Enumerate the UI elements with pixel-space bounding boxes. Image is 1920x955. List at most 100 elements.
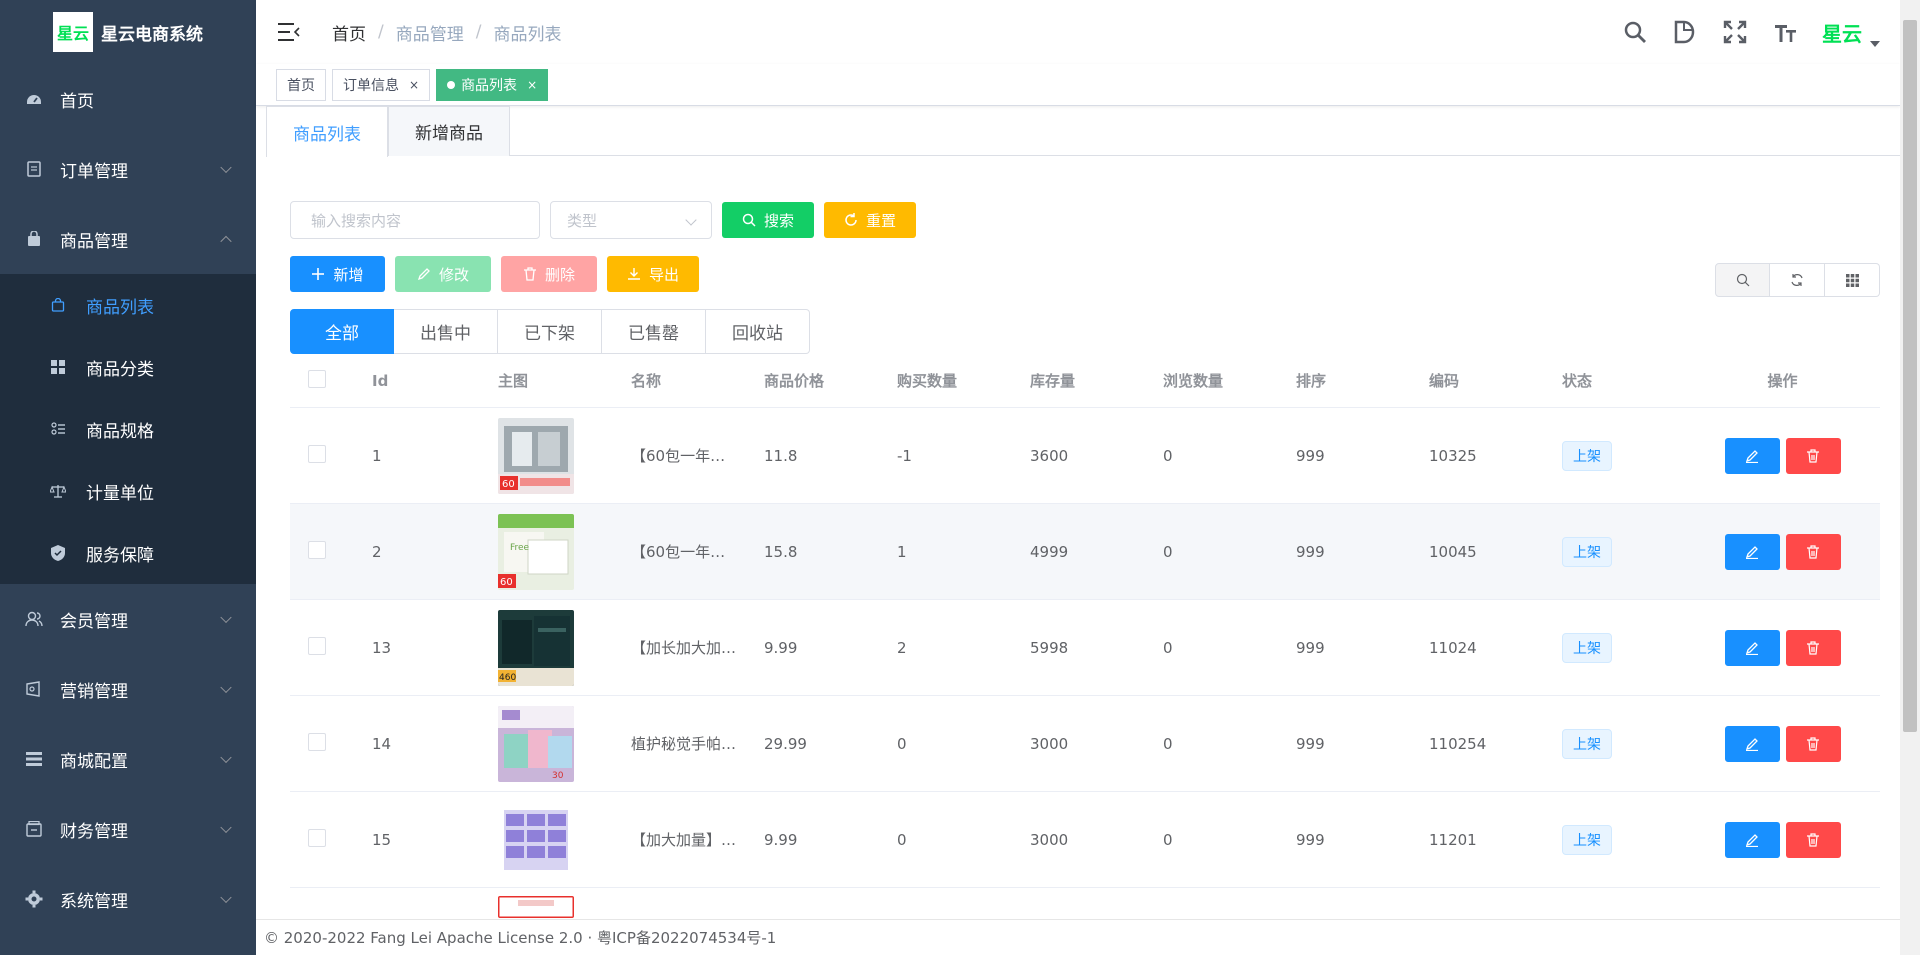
tag-product-list[interactable]: 商品列表 × bbox=[436, 68, 549, 101]
edit-icon bbox=[1745, 449, 1758, 463]
cell-price: 11.8 bbox=[764, 446, 798, 465]
status-tab-all[interactable]: 全部 bbox=[290, 309, 394, 354]
sidebar-subitem-spec[interactable]: 商品规格 bbox=[0, 398, 256, 460]
sidebar-item-products[interactable]: 商品管理 bbox=[0, 204, 256, 274]
users-icon bbox=[24, 609, 44, 629]
edit-icon bbox=[1745, 641, 1758, 655]
sidebar-item-orders[interactable]: 订单管理 bbox=[0, 134, 256, 204]
breadcrumb-home[interactable]: 首页 bbox=[332, 20, 366, 45]
main-content: 商品列表 新增商品 输入搜索内容 类型 搜索 重置 新增 修改 删除 导出 全部… bbox=[256, 106, 1900, 955]
font-size-icon[interactable] bbox=[1772, 19, 1798, 45]
cell-stock: 3000 bbox=[1030, 830, 1069, 849]
table-row[interactable]: 2 Free 60 【60包一年… 15.8 1 4999 0 999 10045… bbox=[290, 504, 1880, 600]
search-icon[interactable] bbox=[1622, 19, 1648, 45]
sidebar-item-system[interactable]: 系统管理 bbox=[0, 864, 256, 934]
cell-buy-count: 0 bbox=[897, 830, 907, 849]
document-icon[interactable] bbox=[1672, 19, 1698, 45]
tag-order-info[interactable]: 订单信息 × bbox=[332, 68, 431, 101]
status-tab-sold-out[interactable]: 已售罄 bbox=[602, 309, 706, 354]
add-button[interactable]: 新增 bbox=[290, 256, 385, 292]
sidebar-subitem-service[interactable]: 服务保障 bbox=[0, 522, 256, 584]
select-all-checkbox[interactable] bbox=[308, 369, 326, 388]
row-checkbox[interactable] bbox=[308, 828, 326, 847]
app-root: 星云 星云电商系统 首页 订单管理 商品管理 商品列表 商品分类 商品规格 计量… bbox=[0, 0, 1920, 955]
table-row-partial bbox=[290, 888, 1880, 918]
edit-button-label: 修改 bbox=[438, 265, 469, 284]
marketing-icon bbox=[24, 679, 44, 699]
row-checkbox[interactable] bbox=[308, 732, 326, 751]
row-delete-button[interactable] bbox=[1785, 725, 1841, 762]
row-edit-button[interactable] bbox=[1724, 533, 1780, 570]
breadcrumb-products: 商品管理 bbox=[395, 24, 464, 45]
avatar[interactable]: 星云 bbox=[1822, 18, 1880, 47]
breadcrumb-separator: / bbox=[378, 22, 384, 42]
close-icon[interactable]: × bbox=[409, 78, 419, 92]
status-tab-recycle[interactable]: 回收站 bbox=[706, 309, 810, 354]
sidebar-item-finance[interactable]: 财务管理 bbox=[0, 794, 256, 864]
edit-icon bbox=[417, 268, 430, 281]
table-row[interactable]: 14 30 植护秘觉手帕… 29.99 0 3000 0 999 110254 … bbox=[290, 696, 1880, 792]
sidebar-item-marketing[interactable]: 营销管理 bbox=[0, 654, 256, 724]
tab-product-list[interactable]: 商品列表 bbox=[266, 106, 388, 157]
hamburger-icon[interactable] bbox=[278, 22, 302, 42]
export-button[interactable]: 导出 bbox=[607, 256, 699, 292]
cell-stock: 5998 bbox=[1030, 638, 1069, 657]
table-row[interactable]: 13 460 【加长加大加… 9.99 2 5998 0 999 11024 上… bbox=[290, 600, 1880, 696]
search-input[interactable]: 输入搜索内容 bbox=[290, 201, 540, 239]
sidebar-item-mall-config[interactable]: 商城配置 bbox=[0, 724, 256, 794]
sidebar-subitem-category[interactable]: 商品分类 bbox=[0, 336, 256, 398]
cell-price: 9.99 bbox=[764, 830, 798, 849]
row-delete-button[interactable] bbox=[1785, 821, 1841, 858]
status-tab-off-shelf[interactable]: 已下架 bbox=[498, 309, 602, 354]
chevron-down-icon bbox=[220, 611, 232, 624]
tag-home[interactable]: 首页 bbox=[276, 68, 326, 101]
sidebar-subitem-label: 商品规格 bbox=[86, 421, 154, 442]
reset-button[interactable]: 重置 bbox=[824, 202, 916, 238]
row-edit-button[interactable] bbox=[1724, 437, 1780, 474]
type-select[interactable]: 类型 bbox=[550, 201, 712, 239]
product-image: 460 bbox=[498, 609, 574, 686]
row-delete-button[interactable] bbox=[1785, 437, 1841, 474]
table-row[interactable]: 1 60 【60包一年… 11.8 -1 3600 0 999 10325 上架 bbox=[290, 408, 1880, 504]
cell-code: 11024 bbox=[1429, 638, 1477, 657]
row-edit-button[interactable] bbox=[1724, 629, 1780, 666]
refresh-icon bbox=[1791, 274, 1803, 286]
toggle-search-button[interactable] bbox=[1715, 263, 1770, 297]
spec-icon bbox=[50, 421, 66, 437]
tag-label: 首页 bbox=[287, 77, 315, 94]
brand[interactable]: 星云 星云电商系统 bbox=[0, 0, 256, 64]
tab-add-product[interactable]: 新增商品 bbox=[388, 106, 510, 156]
cell-sort: 999 bbox=[1296, 830, 1325, 849]
page-scrollbar[interactable] bbox=[1900, 0, 1920, 955]
row-edit-button[interactable] bbox=[1724, 725, 1780, 762]
tags-view: 首页 订单信息 × 商品列表 × bbox=[256, 64, 1900, 106]
columns-button[interactable] bbox=[1825, 263, 1880, 297]
trash-icon bbox=[523, 267, 536, 281]
table-tools bbox=[1715, 263, 1880, 297]
row-checkbox[interactable] bbox=[308, 636, 326, 655]
status-tab-on-sale[interactable]: 出售中 bbox=[394, 309, 498, 354]
row-edit-button[interactable] bbox=[1724, 821, 1780, 858]
sidebar-item-members[interactable]: 会员管理 bbox=[0, 584, 256, 654]
column-header: 库存量 bbox=[1030, 372, 1076, 390]
sidebar-subitem-unit[interactable]: 计量单位 bbox=[0, 460, 256, 522]
cell-id: 13 bbox=[372, 638, 392, 657]
search-button[interactable]: 搜索 bbox=[722, 202, 814, 238]
cell-stock: 3000 bbox=[1030, 734, 1069, 753]
table-row[interactable]: 15 【加大加量】… 9.99 0 3000 0 999 11201 上架 bbox=[290, 792, 1880, 888]
edit-button[interactable]: 修改 bbox=[395, 256, 491, 292]
cell-code: 11201 bbox=[1429, 830, 1477, 849]
row-checkbox[interactable] bbox=[308, 444, 326, 463]
breadcrumb-product-list: 商品列表 bbox=[493, 24, 562, 45]
sidebar-item-label: 商品管理 bbox=[60, 231, 128, 252]
sidebar-subitem-product-list[interactable]: 商品列表 bbox=[0, 274, 256, 336]
sidebar-item-home[interactable]: 首页 bbox=[0, 64, 256, 134]
row-delete-button[interactable] bbox=[1785, 533, 1841, 570]
refresh-button[interactable] bbox=[1770, 263, 1825, 297]
fullscreen-icon[interactable] bbox=[1722, 19, 1748, 45]
delete-button[interactable]: 删除 bbox=[501, 256, 597, 292]
close-icon[interactable]: × bbox=[527, 78, 537, 92]
scrollbar-thumb[interactable] bbox=[1903, 20, 1917, 732]
row-delete-button[interactable] bbox=[1785, 629, 1841, 666]
row-checkbox[interactable] bbox=[308, 540, 326, 559]
